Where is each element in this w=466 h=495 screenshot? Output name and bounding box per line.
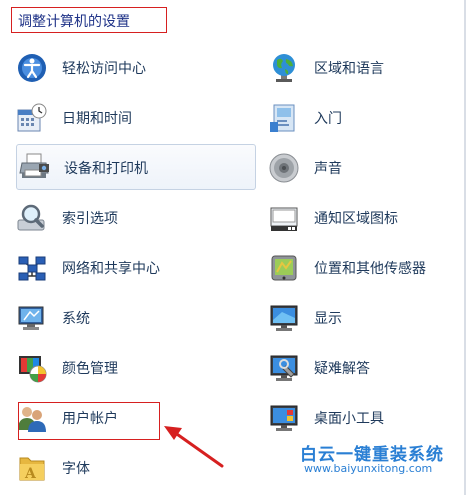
red-arrow-annotation: [164, 426, 224, 468]
color-management-icon: [16, 352, 48, 384]
calendar-clock-icon: [16, 102, 48, 134]
item-label: 日期和时间: [62, 111, 132, 127]
item-label: 桌面小工具: [314, 411, 384, 427]
item-getting-started[interactable]: 入门: [268, 98, 458, 138]
item-display[interactable]: 显示: [268, 298, 458, 338]
network-icon: [16, 252, 48, 284]
item-sound[interactable]: 声音: [268, 148, 458, 188]
item-label: 疑难解答: [314, 361, 370, 377]
item-color-management[interactable]: 颜色管理: [16, 348, 256, 388]
printer-icon: [19, 151, 51, 183]
page-header: 调整计算机的设置: [0, 0, 466, 40]
item-label: 索引选项: [62, 211, 118, 227]
item-date-time[interactable]: 日期和时间: [16, 98, 256, 138]
ease-of-access-icon: [16, 52, 48, 84]
svg-text:A: A: [24, 466, 37, 482]
desktop-gadgets-icon: [268, 402, 300, 434]
item-label: 网络和共享中心: [62, 261, 160, 277]
item-label: 系统: [62, 311, 90, 327]
page-title: 调整计算机的设置: [18, 14, 130, 30]
display-icon: [268, 302, 300, 334]
item-label: 颜色管理: [62, 361, 118, 377]
item-notification-area[interactable]: 通知区域图标: [268, 198, 458, 238]
item-label: 入门: [314, 111, 342, 127]
notification-area-icon: [268, 202, 300, 234]
item-label: 字体: [62, 461, 90, 477]
item-network-sharing[interactable]: 网络和共享中心: [16, 248, 256, 288]
item-indexing-options[interactable]: 索引选项: [16, 198, 256, 238]
system-icon: [16, 302, 48, 334]
item-label: 设备和打印机: [64, 161, 148, 177]
item-region-language[interactable]: 区域和语言: [268, 48, 458, 88]
item-label: 位置和其他传感器: [314, 261, 426, 277]
item-label: 显示: [314, 311, 342, 327]
item-label: 通知区域图标: [314, 211, 398, 227]
item-ease-of-access[interactable]: 轻松访问中心: [16, 48, 256, 88]
user-accounts-highlight-box: [18, 402, 160, 440]
item-system[interactable]: 系统: [16, 298, 256, 338]
watermark-url: www.baiyunxitong.com: [304, 462, 433, 475]
globe-icon: [268, 52, 300, 84]
item-desktop-gadgets[interactable]: 桌面小工具: [268, 398, 458, 438]
troubleshooting-icon: [268, 352, 300, 384]
location-sensor-icon: [268, 252, 300, 284]
item-devices-printers[interactable]: 设备和打印机: [16, 144, 256, 190]
item-label: 区域和语言: [314, 61, 384, 77]
magnifier-icon: [16, 202, 48, 234]
item-location-sensors[interactable]: 位置和其他传感器: [268, 248, 458, 288]
item-label: 轻松访问中心: [62, 61, 146, 77]
item-troubleshooting[interactable]: 疑难解答: [268, 348, 458, 388]
getting-started-icon: [268, 102, 300, 134]
item-label: 声音: [314, 161, 342, 177]
speaker-icon: [268, 152, 300, 184]
fonts-folder-icon: A: [16, 452, 48, 484]
